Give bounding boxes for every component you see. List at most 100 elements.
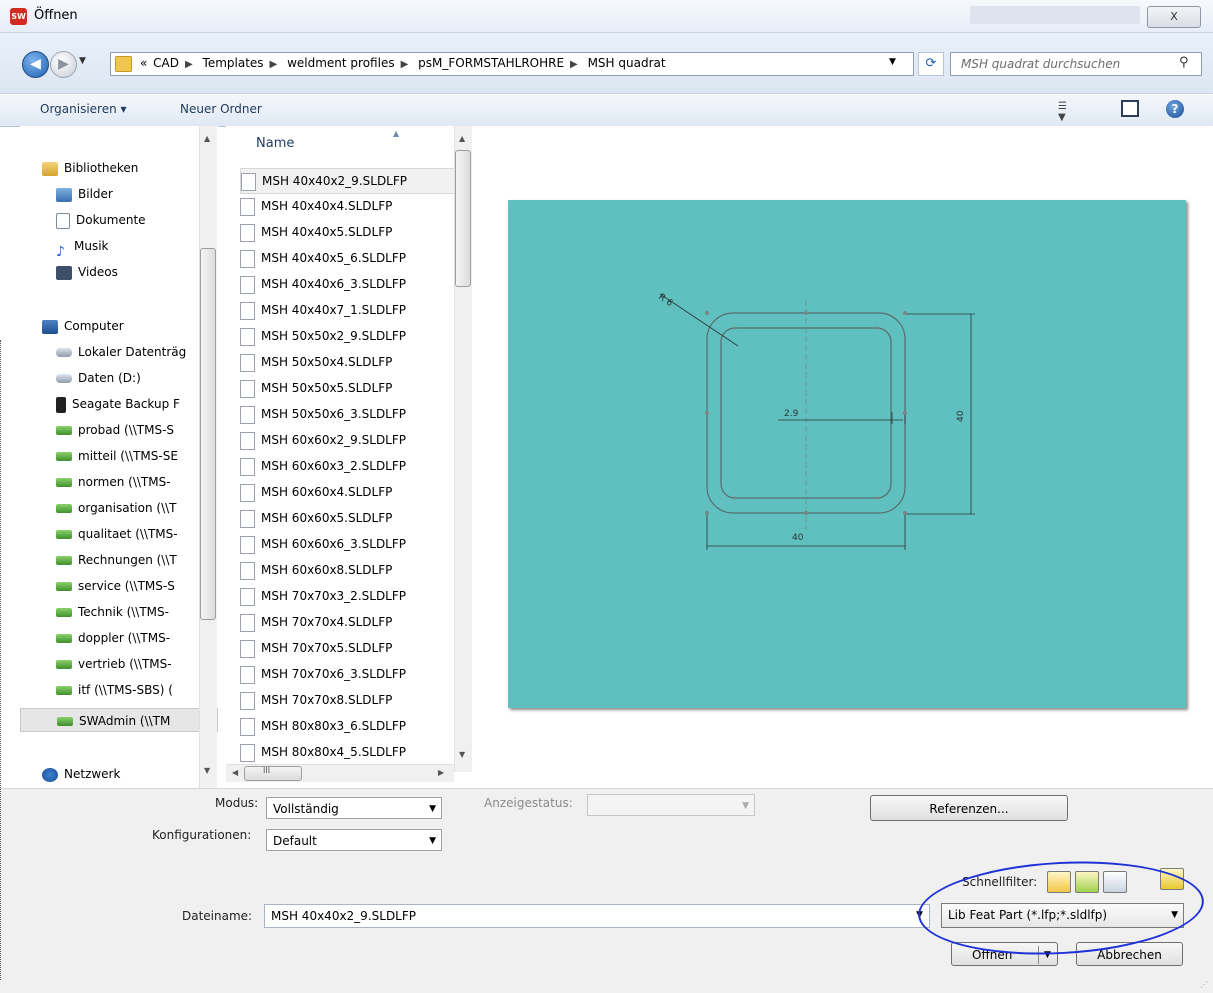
file-item[interactable]: MSH 60x60x4.SLDLFP	[240, 480, 454, 504]
scroll-right-icon[interactable]: ▶	[438, 768, 444, 777]
file-name: MSH 40x40x7_1.SLDLFP	[261, 303, 407, 317]
file-icon	[240, 665, 255, 684]
help-icon[interactable]: ?	[1166, 100, 1184, 118]
close-button[interactable]: X	[1147, 6, 1201, 28]
file-item[interactable]: MSH 50x50x2_9.SLDLFP	[240, 324, 454, 348]
nav-item-organisation[interactable]: organisation (\\T	[56, 496, 176, 520]
nav-item-musik[interactable]: ♪ Musik	[56, 234, 109, 260]
file-item[interactable]: MSH 60x60x2_9.SLDLFP	[240, 428, 454, 452]
file-item[interactable]: MSH 40x40x2_9.SLDLFP	[240, 168, 456, 194]
file-name: MSH 50x50x6_3.SLDLFP	[261, 407, 407, 421]
nav-item-qualitaet[interactable]: qualitaet (\\TMS-	[56, 522, 178, 546]
nav-item-seagate[interactable]: Seagate Backup F	[56, 392, 180, 416]
file-item[interactable]: MSH 60x60x5.SLDLFP	[240, 506, 454, 530]
file-icon	[240, 483, 255, 502]
nav-item-videos[interactable]: Videos	[56, 260, 118, 284]
file-item[interactable]: MSH 60x60x6_3.SLDLFP	[240, 532, 454, 556]
navigation-pane: Bibliotheken Bilder Dokumente ♪ Musik Vid…	[20, 126, 218, 788]
nav-item-vertrieb[interactable]: vertrieb (\\TMS-	[56, 652, 172, 676]
network-drive-icon	[56, 556, 72, 565]
nav-item-rechnungen[interactable]: Rechnungen (\\T	[56, 548, 177, 572]
nav-item-computer[interactable]: Computer	[42, 314, 124, 338]
file-item[interactable]: MSH 70x70x3_2.SLDLFP	[240, 584, 454, 608]
file-item[interactable]: MSH 40x40x5.SLDLFP	[240, 220, 454, 244]
organize-menu-button[interactable]: Organisieren ▾	[40, 102, 127, 116]
file-item[interactable]: MSH 40x40x5_6.SLDLFP	[240, 246, 454, 270]
column-header-name[interactable]: Name	[256, 136, 294, 151]
address-dropdown-icon[interactable]: ▼	[889, 57, 896, 67]
address-bar[interactable]: « CAD ▶ Templates ▶ weldment profiles ▶ psM…	[110, 52, 914, 76]
refresh-button[interactable]: ⟳	[918, 52, 944, 76]
nav-scrollbar-thumb[interactable]	[200, 248, 216, 620]
breadcrumb-arrow-icon[interactable]: ▶	[270, 59, 278, 70]
display-state-select[interactable]: ▼	[587, 794, 755, 816]
breadcrumb-item[interactable]: psM_FORMSTAHLROHRE	[418, 56, 564, 70]
file-icon	[240, 353, 255, 372]
nav-item-bilder[interactable]: Bilder	[56, 182, 113, 206]
scroll-up-icon[interactable]: ▲	[204, 134, 210, 143]
nav-item-label: organisation (\\T	[78, 501, 177, 515]
breadcrumb-item[interactable]: weldment profiles	[287, 56, 395, 70]
references-button[interactable]: Referenzen...	[870, 795, 1068, 821]
search-input[interactable]: MSH quadrat durchsuchen ⚲	[950, 52, 1202, 76]
nav-item-netzwerk[interactable]: Netzwerk	[42, 762, 120, 786]
file-icon	[240, 613, 255, 632]
nav-item-dokumente[interactable]: Dokumente	[56, 208, 146, 232]
scroll-up-icon[interactable]: ▲	[459, 134, 465, 143]
resize-grip-icon[interactable]: ⋰	[1200, 980, 1208, 989]
search-icon[interactable]: ⚲	[1179, 55, 1189, 70]
nav-item-probad[interactable]: probad (\\TMS-S	[56, 418, 174, 442]
nav-item-technik[interactable]: Technik (\\TMS-	[56, 600, 169, 624]
breadcrumb-arrow-icon[interactable]: ▶	[185, 59, 193, 70]
file-item[interactable]: MSH 70x70x5.SLDLFP	[240, 636, 454, 660]
change-view-icon[interactable]: ☰ ▼	[1058, 101, 1076, 123]
nav-item-local-drive[interactable]: Lokaler Datenträg	[56, 340, 186, 364]
nav-item-data-drive[interactable]: Daten (D:)	[56, 366, 141, 390]
file-item[interactable]: MSH 80x80x4_5.SLDLFP	[240, 740, 454, 764]
file-name: MSH 70x70x8.SLDLFP	[261, 693, 393, 707]
file-item[interactable]: MSH 40x40x6_3.SLDLFP	[240, 272, 454, 296]
network-drive-icon	[56, 608, 72, 617]
file-item[interactable]: MSH 60x60x8.SLDLFP	[240, 558, 454, 582]
nav-item-service[interactable]: service (\\TMS-S	[56, 574, 175, 598]
breadcrumb-item[interactable]: CAD	[153, 56, 179, 70]
file-item[interactable]: MSH 60x60x3_2.SLDLFP	[240, 454, 454, 478]
file-item[interactable]: MSH 70x70x8.SLDLFP	[240, 688, 454, 712]
nav-item-mitteil[interactable]: mitteil (\\TMS-SE	[56, 444, 178, 468]
breadcrumb-overflow[interactable]: «	[140, 56, 147, 70]
file-item[interactable]: MSH 70x70x4.SLDLFP	[240, 610, 454, 634]
network-drive-icon	[56, 478, 72, 487]
nav-item-bibliotheken[interactable]: Bibliotheken	[42, 156, 138, 180]
filename-input[interactable]: MSH 40x40x2_9.SLDLFP	[264, 904, 930, 928]
breadcrumb-item[interactable]: MSH quadrat	[588, 56, 666, 70]
scroll-left-icon[interactable]: ◀	[232, 768, 238, 777]
back-button[interactable]: ◀	[22, 51, 49, 78]
file-item[interactable]: MSH 50x50x6_3.SLDLFP	[240, 402, 454, 426]
file-list-scrollbar-thumb[interactable]	[455, 150, 471, 287]
nav-item-doppler[interactable]: doppler (\\TMS-	[56, 626, 170, 650]
breadcrumb-item[interactable]: Templates	[203, 56, 264, 70]
file-name: MSH 50x50x4.SLDLFP	[261, 355, 393, 369]
breadcrumb-arrow-icon[interactable]: ▶	[401, 59, 409, 70]
file-item[interactable]: MSH 80x80x3_6.SLDLFP	[240, 714, 454, 738]
file-name: MSH 70x70x3_2.SLDLFP	[261, 589, 407, 603]
forward-button[interactable]: ▶	[50, 51, 77, 78]
nav-item-label: Bibliotheken	[64, 161, 139, 175]
breadcrumb-arrow-icon[interactable]: ▶	[570, 59, 578, 70]
new-folder-button[interactable]: Neuer Ordner	[180, 102, 262, 116]
nav-item-normen[interactable]: normen (\\TMS-	[56, 470, 171, 494]
file-item[interactable]: MSH 70x70x6_3.SLDLFP	[240, 662, 454, 686]
mode-select[interactable]: Vollständig ▼	[266, 797, 442, 819]
file-list-hscrollbar-thumb[interactable]: III	[244, 766, 302, 781]
configurations-select[interactable]: Default ▼	[266, 829, 442, 851]
file-item[interactable]: MSH 40x40x7_1.SLDLFP	[240, 298, 454, 322]
preview-pane-icon[interactable]	[1121, 100, 1139, 117]
file-item[interactable]: MSH 50x50x5.SLDLFP	[240, 376, 454, 400]
nav-item-swadmin[interactable]: SWAdmin (\\TM	[20, 708, 218, 732]
nav-item-itf[interactable]: itf (\\TMS-SBS) (	[56, 678, 173, 702]
file-item[interactable]: MSH 40x40x4.SLDLFP	[240, 194, 454, 218]
scroll-down-icon[interactable]: ▼	[204, 766, 210, 775]
file-item[interactable]: MSH 50x50x4.SLDLFP	[240, 350, 454, 374]
scroll-down-icon[interactable]: ▼	[459, 750, 465, 759]
history-dropdown-icon[interactable]: ▼	[79, 56, 86, 66]
